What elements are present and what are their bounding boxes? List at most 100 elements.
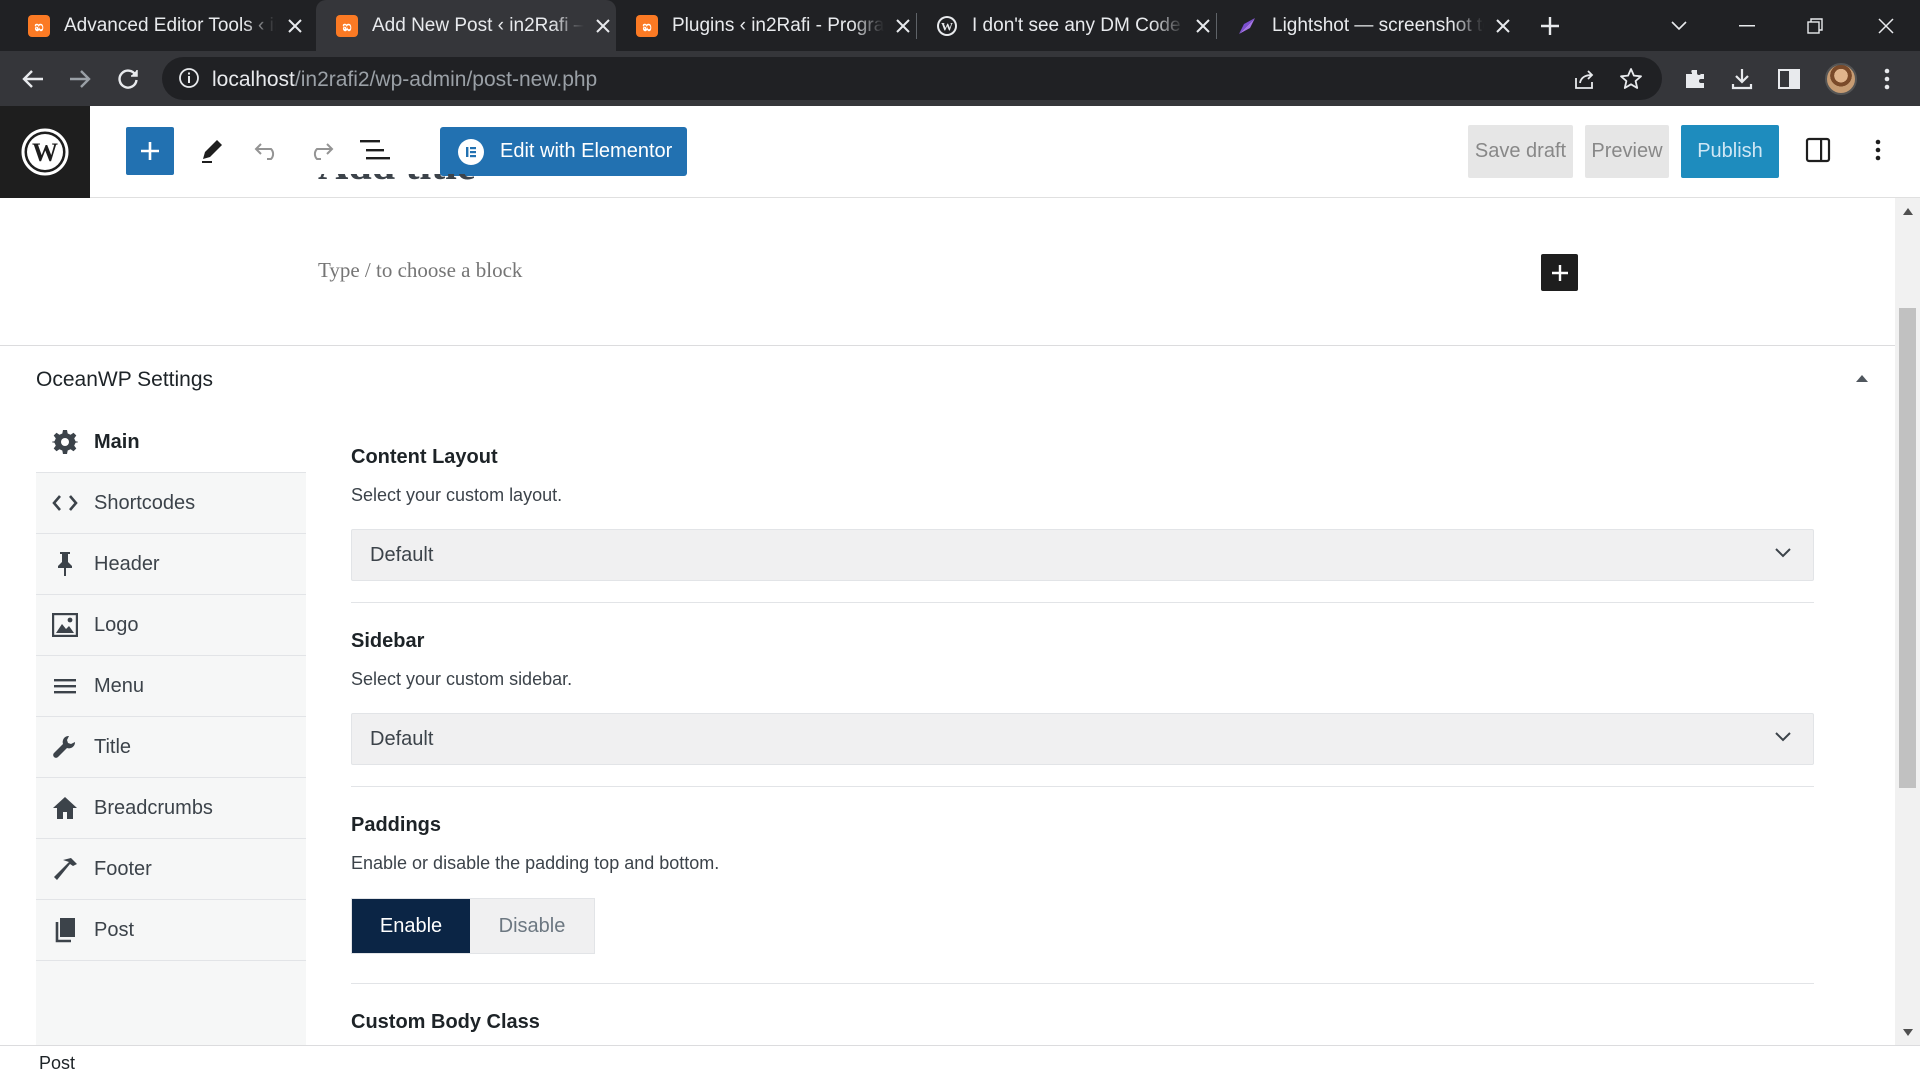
- nav-item-logo[interactable]: Logo: [36, 595, 306, 656]
- nav-label: Header: [94, 552, 160, 575]
- block-placeholder[interactable]: Type / to choose a block: [318, 258, 522, 283]
- scroll-up-arrow-icon[interactable]: [1900, 204, 1915, 219]
- settings-nav: Main Shortcodes Header Logo Menu Title B…: [36, 412, 306, 1046]
- field-divider: [351, 786, 1814, 787]
- content-layout-select[interactable]: Default: [351, 529, 1814, 581]
- nav-item-menu[interactable]: Menu: [36, 656, 306, 717]
- editor-footer: Post: [0, 1045, 1920, 1080]
- xampp-icon: ಐ: [28, 14, 50, 37]
- block-inserter-button[interactable]: [126, 127, 174, 175]
- close-tab-icon[interactable]: [282, 13, 308, 39]
- nav-label: Footer: [94, 857, 152, 880]
- browser-tab-2[interactable]: ಐ Add New Post ‹ in2Rafi — Programming: [316, 0, 616, 51]
- enable-button[interactable]: Enable: [352, 899, 470, 953]
- elementor-button-label: Edit with Elementor: [500, 140, 673, 162]
- browser-tab-3[interactable]: ಐ Plugins ‹ in2Rafi - Programming: [616, 0, 916, 51]
- nav-item-post[interactable]: Post: [36, 900, 306, 961]
- nav-item-breadcrumbs[interactable]: Breadcrumbs: [36, 778, 306, 839]
- restore-button[interactable]: [1786, 0, 1844, 51]
- settings-sidebar-icon[interactable]: [1798, 130, 1838, 170]
- tab-title: Plugins ‹ in2Rafi - Programming: [672, 14, 885, 36]
- close-tab-icon[interactable]: [1190, 13, 1216, 39]
- url-host: localhost: [212, 68, 295, 91]
- window-close-button[interactable]: [1857, 0, 1915, 51]
- xampp-icon: ಐ: [636, 14, 658, 37]
- block-breadcrumb[interactable]: Post: [39, 1053, 75, 1074]
- browser-tab-1[interactable]: ಐ Advanced Editor Tools ‹ in2Rafi: [8, 0, 308, 51]
- redo-icon[interactable]: [301, 130, 341, 170]
- gear-icon: [50, 427, 80, 457]
- hammer-icon: [50, 854, 80, 884]
- menu-icon: [50, 671, 80, 701]
- publish-button[interactable]: Publish: [1681, 125, 1779, 178]
- document-overview-icon[interactable]: [355, 130, 395, 170]
- xampp-icon: ಐ: [336, 14, 358, 37]
- metabox-title: OceanWP Settings: [36, 368, 214, 391]
- select-value: Default: [370, 728, 434, 750]
- extensions-icon[interactable]: [1680, 64, 1710, 94]
- nav-label: Main: [94, 430, 140, 453]
- browser-tab-5[interactable]: Lightshot — screenshot tool: [1216, 0, 1516, 51]
- close-tab-icon[interactable]: [1490, 13, 1516, 39]
- save-draft-button[interactable]: Save draft: [1468, 125, 1573, 178]
- paddings-label: Paddings: [351, 814, 442, 836]
- address-bar[interactable]: localhost/in2rafi2/wp-admin/post-new.php: [162, 57, 1662, 100]
- tab-title: I don't see any DM Code Snippet: [972, 14, 1184, 36]
- nav-item-title[interactable]: Title: [36, 717, 306, 778]
- content-layout-label: Content Layout: [351, 446, 498, 468]
- browser-menu-icon[interactable]: [1872, 64, 1902, 94]
- field-divider: [351, 983, 1814, 984]
- code-icon: [50, 488, 80, 518]
- select-value: Default: [370, 544, 434, 566]
- svg-text:ಐ: ಐ: [34, 19, 43, 35]
- paddings-toggle: Enable Disable: [351, 898, 595, 954]
- minimize-button[interactable]: [1718, 0, 1776, 51]
- svg-text:W: W: [941, 19, 953, 33]
- options-menu-icon[interactable]: [1858, 130, 1898, 170]
- scroll-down-arrow-icon[interactable]: [1900, 1025, 1915, 1040]
- nav-label: Menu: [94, 674, 145, 697]
- chevron-down-icon: [1775, 548, 1791, 558]
- nav-item-shortcodes[interactable]: Shortcodes: [36, 473, 306, 534]
- share-icon[interactable]: [1572, 66, 1598, 92]
- forward-button[interactable]: [62, 61, 98, 97]
- editor-header: W Edit with Elementor Save draft Preview…: [0, 106, 1920, 198]
- nav-label: Breadcrumbs: [94, 796, 213, 819]
- field-divider: [351, 602, 1814, 603]
- svg-text:ಐ: ಐ: [642, 19, 651, 35]
- site-info-icon[interactable]: [178, 67, 200, 89]
- close-tab-icon[interactable]: [590, 13, 616, 39]
- sidebar-select[interactable]: Default: [351, 713, 1814, 765]
- post-title-field[interactable]: Add title: [318, 174, 476, 198]
- nav-item-main[interactable]: Main: [36, 412, 306, 473]
- scrollbar-thumb[interactable]: [1899, 308, 1916, 788]
- collapse-toggle-icon[interactable]: [1855, 374, 1869, 383]
- pin-icon: [50, 549, 80, 579]
- nav-item-footer[interactable]: Footer: [36, 839, 306, 900]
- edit-with-elementor-button[interactable]: Edit with Elementor: [440, 127, 687, 176]
- edit-tools-icon[interactable]: [192, 130, 232, 170]
- tab-title: Lightshot — screenshot tool: [1272, 14, 1485, 36]
- nav-label: Logo: [94, 613, 139, 636]
- nav-label: Title: [94, 735, 132, 758]
- back-button[interactable]: [15, 61, 51, 97]
- url-path: /in2rafi2/wp-admin/post-new.php: [294, 68, 598, 91]
- new-tab-button[interactable]: [1534, 10, 1566, 42]
- tab-search-button[interactable]: [1650, 0, 1708, 51]
- add-block-button[interactable]: [1541, 254, 1578, 291]
- wordpress-logo-icon[interactable]: W: [0, 106, 90, 198]
- download-icon[interactable]: [1727, 64, 1757, 94]
- side-panel-icon[interactable]: [1774, 64, 1804, 94]
- close-tab-icon[interactable]: [890, 13, 916, 39]
- preview-button[interactable]: Preview: [1585, 125, 1669, 178]
- disable-button[interactable]: Disable: [470, 899, 594, 953]
- oceanwp-settings-metabox: OceanWP Settings Main Shortcodes Header …: [0, 345, 1895, 1046]
- reload-button[interactable]: [110, 61, 146, 97]
- content-layout-description: Select your custom layout.: [351, 485, 563, 505]
- post-title-placeholder: Add title: [318, 174, 476, 189]
- browser-tab-4[interactable]: W I don't see any DM Code Snippet: [916, 0, 1216, 51]
- bookmark-star-icon[interactable]: [1618, 66, 1644, 92]
- undo-icon[interactable]: [247, 130, 287, 170]
- nav-item-header[interactable]: Header: [36, 534, 306, 595]
- profile-avatar[interactable]: [1825, 63, 1857, 95]
